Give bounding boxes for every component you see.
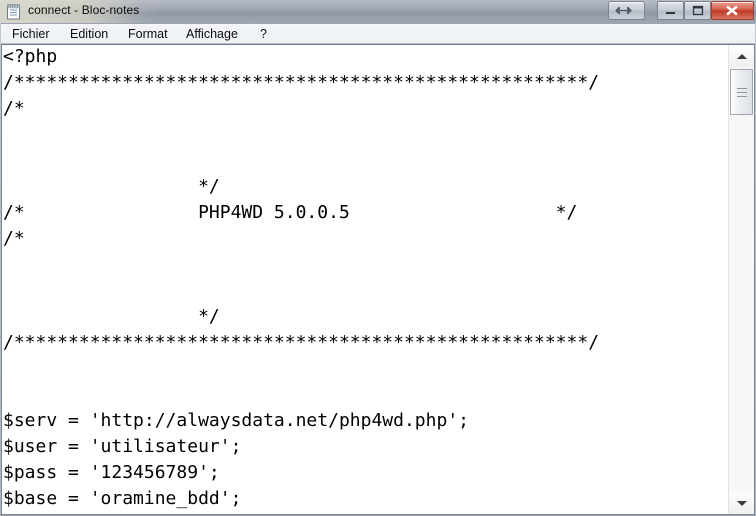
editor-frame: <?php /*********************************… — [1, 44, 755, 515]
menu-bar: Fichier Edition Format Affichage ? — [1, 23, 755, 44]
menu-item-affichage[interactable]: Affichage — [181, 26, 243, 42]
scrollbar-grip-line — [737, 92, 747, 93]
scrollbar-grip-line — [737, 88, 747, 89]
window-title: connect - Bloc-notes — [28, 3, 140, 17]
maximize-button[interactable] — [684, 1, 711, 20]
scroll-down-arrow-glyph — [736, 500, 747, 506]
scroll-down-icon[interactable] — [729, 492, 754, 514]
title-bar[interactable]: connect - Bloc-notes — [0, 0, 756, 23]
notepad-icon — [6, 4, 22, 20]
menu-item-fichier[interactable]: Fichier — [7, 26, 55, 42]
menu-item-format[interactable]: Format — [123, 26, 173, 42]
menu-item-help[interactable]: ? — [255, 26, 272, 42]
minimize-button[interactable] — [657, 1, 684, 20]
vertical-scrollbar[interactable] — [728, 45, 754, 514]
text-area[interactable]: <?php /*********************************… — [2, 45, 728, 514]
scrollbar-grip-line — [737, 96, 747, 97]
scrollbar-track[interactable] — [729, 67, 754, 492]
close-button[interactable] — [711, 1, 754, 20]
scroll-up-arrow-glyph — [736, 53, 747, 59]
resize-button[interactable] — [608, 1, 645, 20]
menu-item-edition[interactable]: Edition — [65, 26, 113, 42]
scrollbar-thumb[interactable] — [730, 69, 753, 115]
notepad-window: connect - Bloc-notes Fichier Edition For… — [0, 0, 756, 516]
code-content[interactable]: <?php /*********************************… — [3, 45, 599, 514]
scroll-up-icon[interactable] — [729, 45, 754, 67]
